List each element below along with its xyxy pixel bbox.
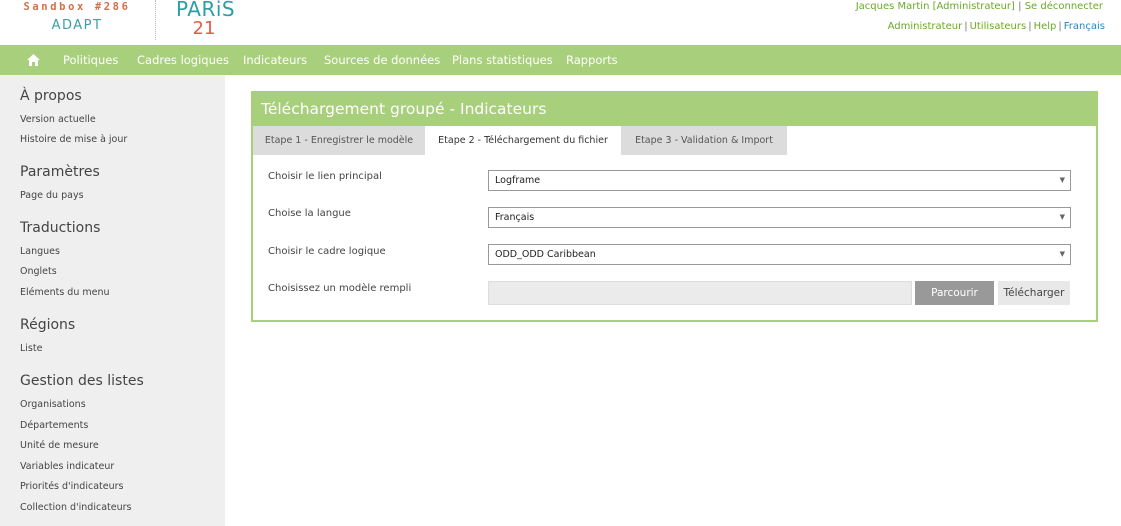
users-link[interactable]: Utilisateurs bbox=[970, 21, 1027, 32]
help-link[interactable]: Help bbox=[1034, 21, 1057, 32]
user-bar: Jacques Martin [Administrateur] | Se déc… bbox=[856, 1, 1103, 13]
language-link[interactable]: Français bbox=[1064, 21, 1105, 32]
sidebar-link-version-actuelle[interactable]: Version actuelle bbox=[20, 114, 96, 125]
sidebar-heading-a-propos: À propos bbox=[20, 88, 82, 104]
paris21-logo[interactable]: PARiS 21 bbox=[176, 0, 236, 39]
sidebar-link-histoire[interactable]: Histoire de mise à jour bbox=[20, 134, 127, 145]
chevron-down-icon: ▼ bbox=[1059, 213, 1065, 221]
sidebar-link-elements-du-menu[interactable]: Eléments du menu bbox=[20, 287, 110, 298]
bulk-upload-panel: Téléchargement groupé - Indicateurs Etap… bbox=[251, 91, 1098, 322]
sidebar-link-langues[interactable]: Langues bbox=[20, 246, 60, 257]
separator: | bbox=[964, 21, 968, 32]
sidebar-link-organisations[interactable]: Organisations bbox=[20, 399, 86, 410]
file-path-input[interactable] bbox=[488, 281, 912, 305]
nav-item-plans-statistiques[interactable]: Plans statistiques bbox=[452, 45, 553, 75]
sidebar-link-onglets[interactable]: Onglets bbox=[20, 266, 57, 277]
logframe-select[interactable]: ODD_ODD Caribbean ▼ bbox=[488, 244, 1071, 265]
sidebar: À propos Version actuelle Histoire de mi… bbox=[0, 75, 225, 526]
chevron-down-icon: ▼ bbox=[1059, 250, 1065, 258]
admin-link[interactable]: Administrateur bbox=[888, 21, 963, 32]
sidebar-heading-gestion-des-listes: Gestion des listes bbox=[20, 373, 144, 389]
sidebar-heading-parametres: Paramètres bbox=[20, 164, 100, 180]
separator: | bbox=[1058, 21, 1062, 32]
separator: | bbox=[1028, 21, 1032, 32]
sidebar-link-liste[interactable]: Liste bbox=[20, 343, 42, 354]
home-icon[interactable] bbox=[27, 54, 40, 66]
language-select[interactable]: Français ▼ bbox=[488, 207, 1071, 228]
logframe-value: ODD_ODD Caribbean bbox=[495, 249, 596, 260]
tab-step-2[interactable]: Etape 2 - Téléchargement du fichier bbox=[425, 126, 621, 155]
sidebar-link-variables-indicateur[interactable]: Variables indicateur bbox=[20, 461, 114, 472]
brand-divider bbox=[155, 0, 156, 40]
sandbox-brand[interactable]: Sandbox #286 ADAPT bbox=[18, 0, 136, 36]
logframe-label: Choisir le cadre logique bbox=[268, 246, 386, 257]
nav-item-rapports[interactable]: Rapports bbox=[566, 45, 618, 75]
main-nav: Politiques Cadres logiques Indicateurs S… bbox=[0, 45, 1121, 75]
sidebar-heading-traductions: Traductions bbox=[20, 220, 101, 236]
nav-item-politiques[interactable]: Politiques bbox=[63, 45, 118, 75]
nav-item-indicateurs[interactable]: Indicateurs bbox=[243, 45, 307, 75]
file-label: Choisissez un modèle rempli bbox=[268, 283, 412, 294]
logout-link[interactable]: Se déconnecter bbox=[1025, 1, 1103, 12]
sidebar-link-collection[interactable]: Collection d'indicateurs bbox=[20, 502, 131, 513]
panel-title: Téléchargement groupé - Indicateurs bbox=[253, 93, 1096, 126]
user-name-link[interactable]: Jacques Martin [Administrateur] bbox=[856, 1, 1015, 12]
sidebar-link-priorites[interactable]: Priorités d'indicateurs bbox=[20, 481, 123, 492]
language-label: Choise la langue bbox=[268, 208, 351, 219]
main-link-label: Choisir le lien principal bbox=[268, 171, 382, 182]
nav-item-cadres-logiques[interactable]: Cadres logiques bbox=[137, 45, 229, 75]
main-link-select[interactable]: Logframe ▼ bbox=[488, 170, 1071, 191]
sidebar-link-departements[interactable]: Départements bbox=[20, 420, 88, 431]
adapt-label: ADAPT bbox=[51, 18, 103, 33]
logo-paris-text: PARiS bbox=[176, 0, 236, 21]
tab-step-3[interactable]: Etape 3 - Validation & Import bbox=[621, 126, 787, 155]
step-tabs: Etape 1 - Enregistrer le modèle Etape 2 … bbox=[253, 126, 1096, 155]
upload-button[interactable]: Télécharger bbox=[998, 281, 1070, 305]
nav-item-sources-de-donnees[interactable]: Sources de données bbox=[324, 45, 440, 75]
browse-button[interactable]: Parcourir bbox=[915, 281, 994, 305]
main-link-value: Logframe bbox=[495, 175, 541, 186]
header: Sandbox #286 ADAPT PARiS 21 Jacques Mart… bbox=[0, 0, 1121, 45]
tab-step-1[interactable]: Etape 1 - Enregistrer le modèle bbox=[253, 126, 425, 155]
sidebar-link-unite-de-mesure[interactable]: Unité de mesure bbox=[20, 440, 99, 451]
sidebar-link-page-du-pays[interactable]: Page du pays bbox=[20, 190, 84, 201]
sandbox-label: Sandbox #286 bbox=[23, 1, 131, 13]
chevron-down-icon: ▼ bbox=[1059, 176, 1065, 184]
sidebar-heading-regions: Régions bbox=[20, 317, 76, 333]
top-links: Administrateur | Utilisateurs | Help | Françai… bbox=[888, 21, 1105, 32]
logo-21-text: 21 bbox=[192, 18, 216, 39]
language-value: Français bbox=[495, 212, 535, 223]
